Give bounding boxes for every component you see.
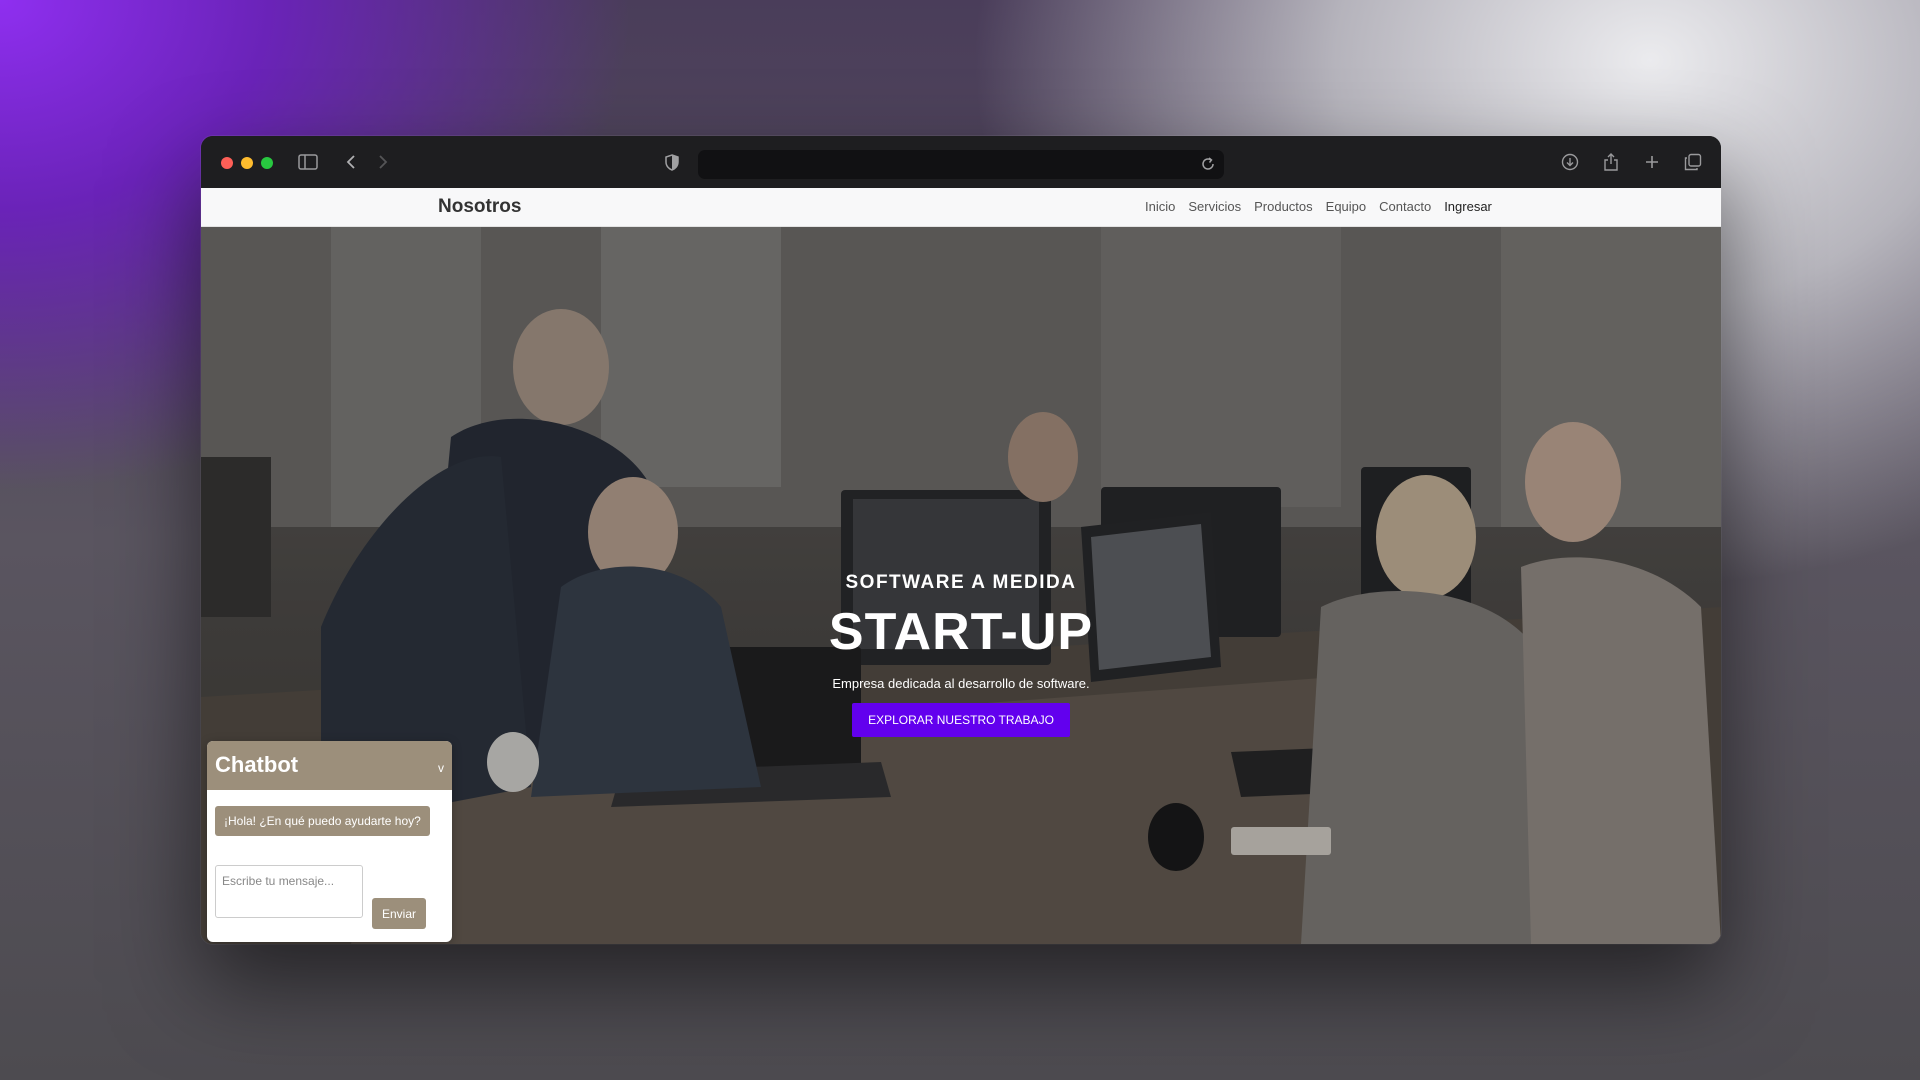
nav-link-productos[interactable]: Productos: [1254, 199, 1313, 214]
chevron-down-icon[interactable]: v: [438, 761, 444, 775]
share-icon[interactable]: [1598, 150, 1624, 174]
sidebar-icon[interactable]: [295, 150, 321, 174]
chatbot-widget: Chatbot v ¡Hola! ¿En qué puedo ayudarte …: [207, 741, 452, 942]
shield-icon[interactable]: [659, 150, 685, 174]
new-tab-icon[interactable]: [1639, 150, 1665, 174]
minimize-window-button[interactable]: [241, 157, 253, 169]
maximize-window-button[interactable]: [261, 157, 273, 169]
chatbot-title: Chatbot: [215, 752, 299, 777]
chat-message-input[interactable]: [215, 865, 363, 918]
hero-eyebrow: SOFTWARE A MEDIDA: [845, 572, 1077, 593]
close-window-button[interactable]: [221, 157, 233, 169]
address-bar[interactable]: [698, 150, 1224, 179]
send-button[interactable]: Enviar: [372, 898, 427, 929]
nav-link-ingresar[interactable]: Ingresar: [1444, 199, 1492, 214]
chatbot-greeting-message: ¡Hola! ¿En qué puedo ayudarte hoy?: [215, 806, 430, 836]
hero-section: SOFTWARE A MEDIDA START-UP Empresa dedic…: [201, 227, 1721, 944]
hero-title: START-UP: [828, 603, 1094, 661]
chatbot-header[interactable]: Chatbot v: [207, 741, 452, 790]
download-icon[interactable]: [1557, 150, 1583, 174]
browser-titlebar: [201, 136, 1721, 188]
nav-link-contacto[interactable]: Contacto: [1379, 199, 1431, 214]
nav-link-equipo[interactable]: Equipo: [1326, 199, 1366, 214]
browser-window: Nosotros Inicio Servicios Productos Equi…: [201, 136, 1721, 944]
back-icon[interactable]: [338, 150, 364, 174]
site-navbar: Nosotros Inicio Servicios Productos Equi…: [201, 188, 1721, 227]
nav-link-inicio[interactable]: Inicio: [1145, 199, 1175, 214]
site-brand[interactable]: Nosotros: [438, 196, 521, 218]
reload-icon[interactable]: [1200, 156, 1216, 172]
web-page: Nosotros Inicio Servicios Productos Equi…: [201, 188, 1721, 944]
tabs-overview-icon[interactable]: [1680, 150, 1706, 174]
forward-icon[interactable]: [370, 150, 396, 174]
nav-links: Inicio Servicios Productos Equipo Contac…: [1145, 199, 1492, 214]
hero-content: SOFTWARE A MEDIDA START-UP Empresa dedic…: [201, 572, 1721, 737]
nav-link-servicios[interactable]: Servicios: [1188, 199, 1241, 214]
explore-work-button[interactable]: EXPLORAR NUESTRO TRABAJO: [852, 703, 1070, 737]
hero-subtitle: Empresa dedicada al desarrollo de softwa…: [832, 676, 1090, 691]
